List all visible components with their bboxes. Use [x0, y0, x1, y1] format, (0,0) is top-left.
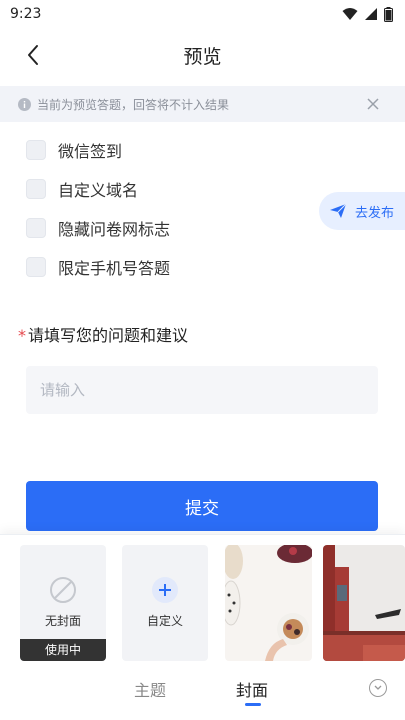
close-icon	[367, 98, 379, 110]
checkbox[interactable]	[26, 218, 46, 238]
signal-icon	[365, 8, 377, 20]
page-title: 预览	[183, 45, 222, 68]
back-button[interactable]	[18, 40, 48, 70]
active-tab-indicator	[245, 703, 261, 706]
panel-tabs: 主题 封面	[0, 677, 405, 707]
card-icon-slot	[48, 575, 78, 605]
cover-label: 无封面	[44, 614, 81, 628]
chevron-down-icon	[374, 685, 382, 690]
wifi-icon	[342, 8, 358, 20]
submit-button[interactable]: 提交	[26, 481, 378, 531]
notice-text: 当前为预览答题，回答将不计入结果	[37, 97, 230, 112]
option-label: 隐藏问卷网标志	[58, 220, 171, 239]
preview-notice-banner: 当前为预览答题，回答将不计入结果	[0, 86, 405, 122]
publish-button[interactable]: 去发布	[319, 192, 405, 230]
answer-input[interactable]	[26, 366, 378, 414]
send-icon	[330, 203, 347, 218]
no-entry-icon	[50, 577, 76, 603]
chevron-left-icon	[28, 45, 38, 65]
option-label: 限定手机号答题	[58, 259, 171, 278]
publish-label: 去发布	[355, 205, 395, 221]
question-title: * 请填写您的问题和建议	[18, 322, 188, 346]
cover-list[interactable]: 无封面 使用中 自定义	[0, 545, 405, 663]
cover-label: 自定义	[146, 614, 183, 628]
checkbox[interactable]	[26, 179, 46, 199]
collapse-panel-button[interactable]	[369, 679, 387, 697]
option-hide-logo[interactable]: 隐藏问卷网标志	[26, 216, 170, 240]
option-label: 微信签到	[58, 142, 123, 161]
food-photo-image	[225, 545, 312, 661]
tab-cover[interactable]: 封面	[236, 677, 268, 701]
cover-option-none[interactable]: 无封面 使用中	[20, 545, 106, 661]
required-mark: *	[18, 326, 26, 345]
question-text: 请填写您的问题和建议	[28, 326, 189, 345]
option-label: 自定义域名	[58, 181, 139, 200]
containers-photo-image	[323, 545, 405, 661]
card-icon-slot	[150, 575, 180, 605]
info-icon	[18, 97, 31, 111]
status-bar: 9:23	[0, 0, 405, 28]
option-wechat-checkin[interactable]: 微信签到	[26, 138, 122, 162]
tab-theme[interactable]: 主题	[134, 677, 166, 701]
plus-icon	[152, 577, 178, 603]
option-phone-restrict[interactable]: 限定手机号答题	[26, 255, 170, 279]
top-bar: 预览	[0, 32, 405, 78]
cover-panel: 无封面 使用中 自定义 主题 封面	[0, 534, 405, 720]
checkbox[interactable]	[26, 140, 46, 160]
option-custom-domain[interactable]: 自定义域名	[26, 177, 138, 201]
checkbox[interactable]	[26, 257, 46, 277]
battery-icon	[384, 6, 393, 22]
cover-option-photo-food[interactable]	[225, 545, 312, 661]
preview-page: 9:23 预览 当前为预览答题，回答将不计入结果 微信签到 自定义域名 隐藏问卷…	[0, 0, 405, 720]
cover-option-photo-containers[interactable]	[323, 545, 405, 661]
cover-option-custom[interactable]: 自定义	[122, 545, 208, 661]
close-notice-button[interactable]	[363, 94, 383, 114]
status-icons	[342, 6, 393, 22]
status-time: 9:23	[10, 6, 42, 22]
in-use-badge: 使用中	[20, 639, 106, 661]
